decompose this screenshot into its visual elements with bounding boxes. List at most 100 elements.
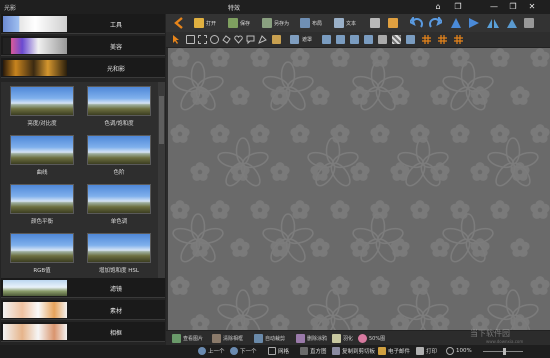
minimize-button[interactable]: — bbox=[488, 1, 500, 13]
effects-scrollbar[interactable] bbox=[158, 82, 165, 290]
ellipse-select-icon[interactable] bbox=[210, 35, 219, 44]
effect-label: 单色调 bbox=[110, 219, 128, 225]
undo-button[interactable] bbox=[410, 16, 424, 30]
save-label: 保存 bbox=[240, 20, 251, 27]
home-icon[interactable]: ⌂ bbox=[432, 1, 444, 13]
auto-crop-button[interactable]: 自动裁剪 bbox=[254, 334, 285, 343]
layout-icon bbox=[300, 18, 310, 28]
print-status-button[interactable]: 打印 bbox=[416, 347, 437, 355]
app-name: 光影 bbox=[4, 5, 17, 12]
polygon-icon[interactable] bbox=[258, 35, 267, 44]
histogram-toggle[interactable]: 直方图 bbox=[300, 347, 327, 355]
open-label: 打开 bbox=[206, 20, 217, 27]
light-shadow-thumbnail-icon bbox=[3, 60, 67, 76]
category-frames[interactable]: 相框 bbox=[1, 322, 165, 342]
fifty-percent-button[interactable]: 50%图 bbox=[358, 334, 385, 343]
add-select-icon[interactable] bbox=[350, 35, 359, 44]
heart-shape-icon[interactable] bbox=[234, 35, 243, 44]
feather-label: 羽化 bbox=[343, 336, 354, 342]
save-as-button[interactable]: 另存为 bbox=[262, 16, 289, 30]
mirror-button[interactable] bbox=[486, 16, 500, 30]
fullscreen-icon[interactable]: ❐ bbox=[452, 1, 464, 13]
category-label: 素材 bbox=[109, 308, 122, 315]
speech-bubble-icon[interactable] bbox=[246, 35, 255, 44]
checker-icon[interactable] bbox=[392, 35, 401, 44]
effect-levels[interactable]: 色阶 bbox=[87, 135, 151, 176]
prev-button[interactable]: 上一个 bbox=[198, 347, 225, 355]
next-icon bbox=[230, 347, 238, 355]
select-all-icon[interactable] bbox=[322, 35, 331, 44]
pointer-icon[interactable] bbox=[172, 35, 181, 44]
flip-button[interactable] bbox=[468, 16, 480, 30]
effect-curves[interactable]: 曲线 bbox=[10, 135, 74, 176]
rotate-button[interactable] bbox=[450, 16, 462, 30]
zoom-readout: 100% bbox=[446, 347, 472, 355]
grid-icon-1[interactable] bbox=[422, 35, 431, 44]
selection-toolbar: 遮罩 bbox=[166, 32, 550, 48]
tools-icon[interactable] bbox=[378, 35, 387, 44]
category-material[interactable]: 素材 bbox=[1, 300, 165, 320]
material-thumbnail-icon bbox=[3, 302, 67, 318]
layout-button[interactable]: 布局 bbox=[300, 16, 322, 30]
effect-brightness-contrast[interactable]: 亮度/对比度 bbox=[10, 86, 74, 127]
next-button[interactable]: 下一个 bbox=[230, 347, 257, 355]
grid-icon bbox=[268, 347, 276, 355]
close-button[interactable]: ✕ bbox=[526, 1, 538, 13]
dashed-rect-icon[interactable] bbox=[198, 35, 207, 44]
effect-label: 曲线 bbox=[36, 170, 48, 176]
effect-saturation-hsl[interactable]: 增加饱和度 HSL bbox=[87, 233, 151, 274]
category-filters[interactable]: 滤镜 bbox=[1, 278, 165, 298]
printer-icon bbox=[370, 18, 380, 28]
rect-select-icon[interactable] bbox=[186, 35, 195, 44]
magic-wand-icon[interactable] bbox=[272, 35, 281, 44]
grid-icon-3[interactable] bbox=[454, 35, 463, 44]
effect-hue-saturation[interactable]: 色调/饱和度 bbox=[87, 86, 151, 127]
prev-label: 上一个 bbox=[208, 349, 225, 355]
effect-monotone[interactable]: 单色调 bbox=[87, 184, 151, 225]
delete-doodle-button[interactable]: 删除涂鸦 bbox=[296, 334, 327, 343]
category-light-shadow[interactable]: 光和影 bbox=[1, 58, 165, 78]
maximize-button[interactable]: ❐ bbox=[507, 1, 519, 13]
save-button[interactable]: 保存 bbox=[228, 16, 250, 30]
image-canvas[interactable] bbox=[168, 48, 550, 330]
category-tools[interactable]: 工具 bbox=[1, 14, 165, 34]
invert-select-icon[interactable] bbox=[336, 35, 345, 44]
redo-icon bbox=[429, 17, 442, 28]
redo-button[interactable] bbox=[428, 16, 442, 30]
scrollbar-thumb[interactable] bbox=[159, 96, 164, 144]
more-icon bbox=[524, 18, 534, 28]
category-beauty[interactable]: 美容 bbox=[1, 36, 165, 56]
email-status-button[interactable]: 电子邮件 bbox=[378, 347, 410, 355]
effect-label: 色阶 bbox=[113, 170, 125, 176]
effects-sidebar: 工具 美容 光和影 亮度/对比度 色调/饱和度 曲线 色阶 颜色平衡 单色调 R… bbox=[0, 14, 166, 345]
crop-button[interactable] bbox=[506, 16, 520, 30]
copy-clipboard-button[interactable]: 复制到剪切板 bbox=[332, 347, 375, 355]
grid-icon-2[interactable] bbox=[438, 35, 447, 44]
mask-icon[interactable] bbox=[290, 35, 299, 44]
category-label: 工具 bbox=[109, 22, 122, 29]
text-button[interactable]: 文本 bbox=[334, 16, 356, 30]
effect-rgb[interactable]: RGB值 bbox=[10, 233, 74, 274]
histogram-icon bbox=[300, 347, 308, 355]
envelope-icon bbox=[378, 347, 386, 355]
auto-crop-label: 自动裁剪 bbox=[265, 336, 286, 342]
clear-frame-button[interactable]: 清除相框 bbox=[212, 334, 243, 343]
effect-color-balance[interactable]: 颜色平衡 bbox=[10, 184, 74, 225]
email-button[interactable] bbox=[388, 16, 398, 30]
view-image-button[interactable]: 查看图片 bbox=[172, 334, 203, 343]
grid-toggle[interactable]: 网格 bbox=[268, 347, 289, 355]
subtract-select-icon[interactable] bbox=[364, 35, 373, 44]
frame-thumbnail-icon bbox=[3, 324, 67, 340]
open-button[interactable]: 打开 bbox=[194, 16, 216, 30]
fifty-percent-label: 50%图 bbox=[369, 336, 386, 342]
lasso-icon[interactable] bbox=[222, 35, 231, 44]
more-button[interactable] bbox=[524, 16, 534, 30]
print-button[interactable] bbox=[370, 16, 380, 30]
effect-thumbnail bbox=[87, 86, 151, 116]
image-icon[interactable] bbox=[406, 35, 415, 44]
zoom-slider-handle[interactable] bbox=[503, 348, 506, 355]
mask-label: 遮罩 bbox=[302, 37, 313, 43]
feather-button[interactable]: 羽化 bbox=[332, 334, 353, 343]
flower-pattern-background bbox=[170, 48, 550, 330]
back-button[interactable] bbox=[174, 16, 184, 30]
